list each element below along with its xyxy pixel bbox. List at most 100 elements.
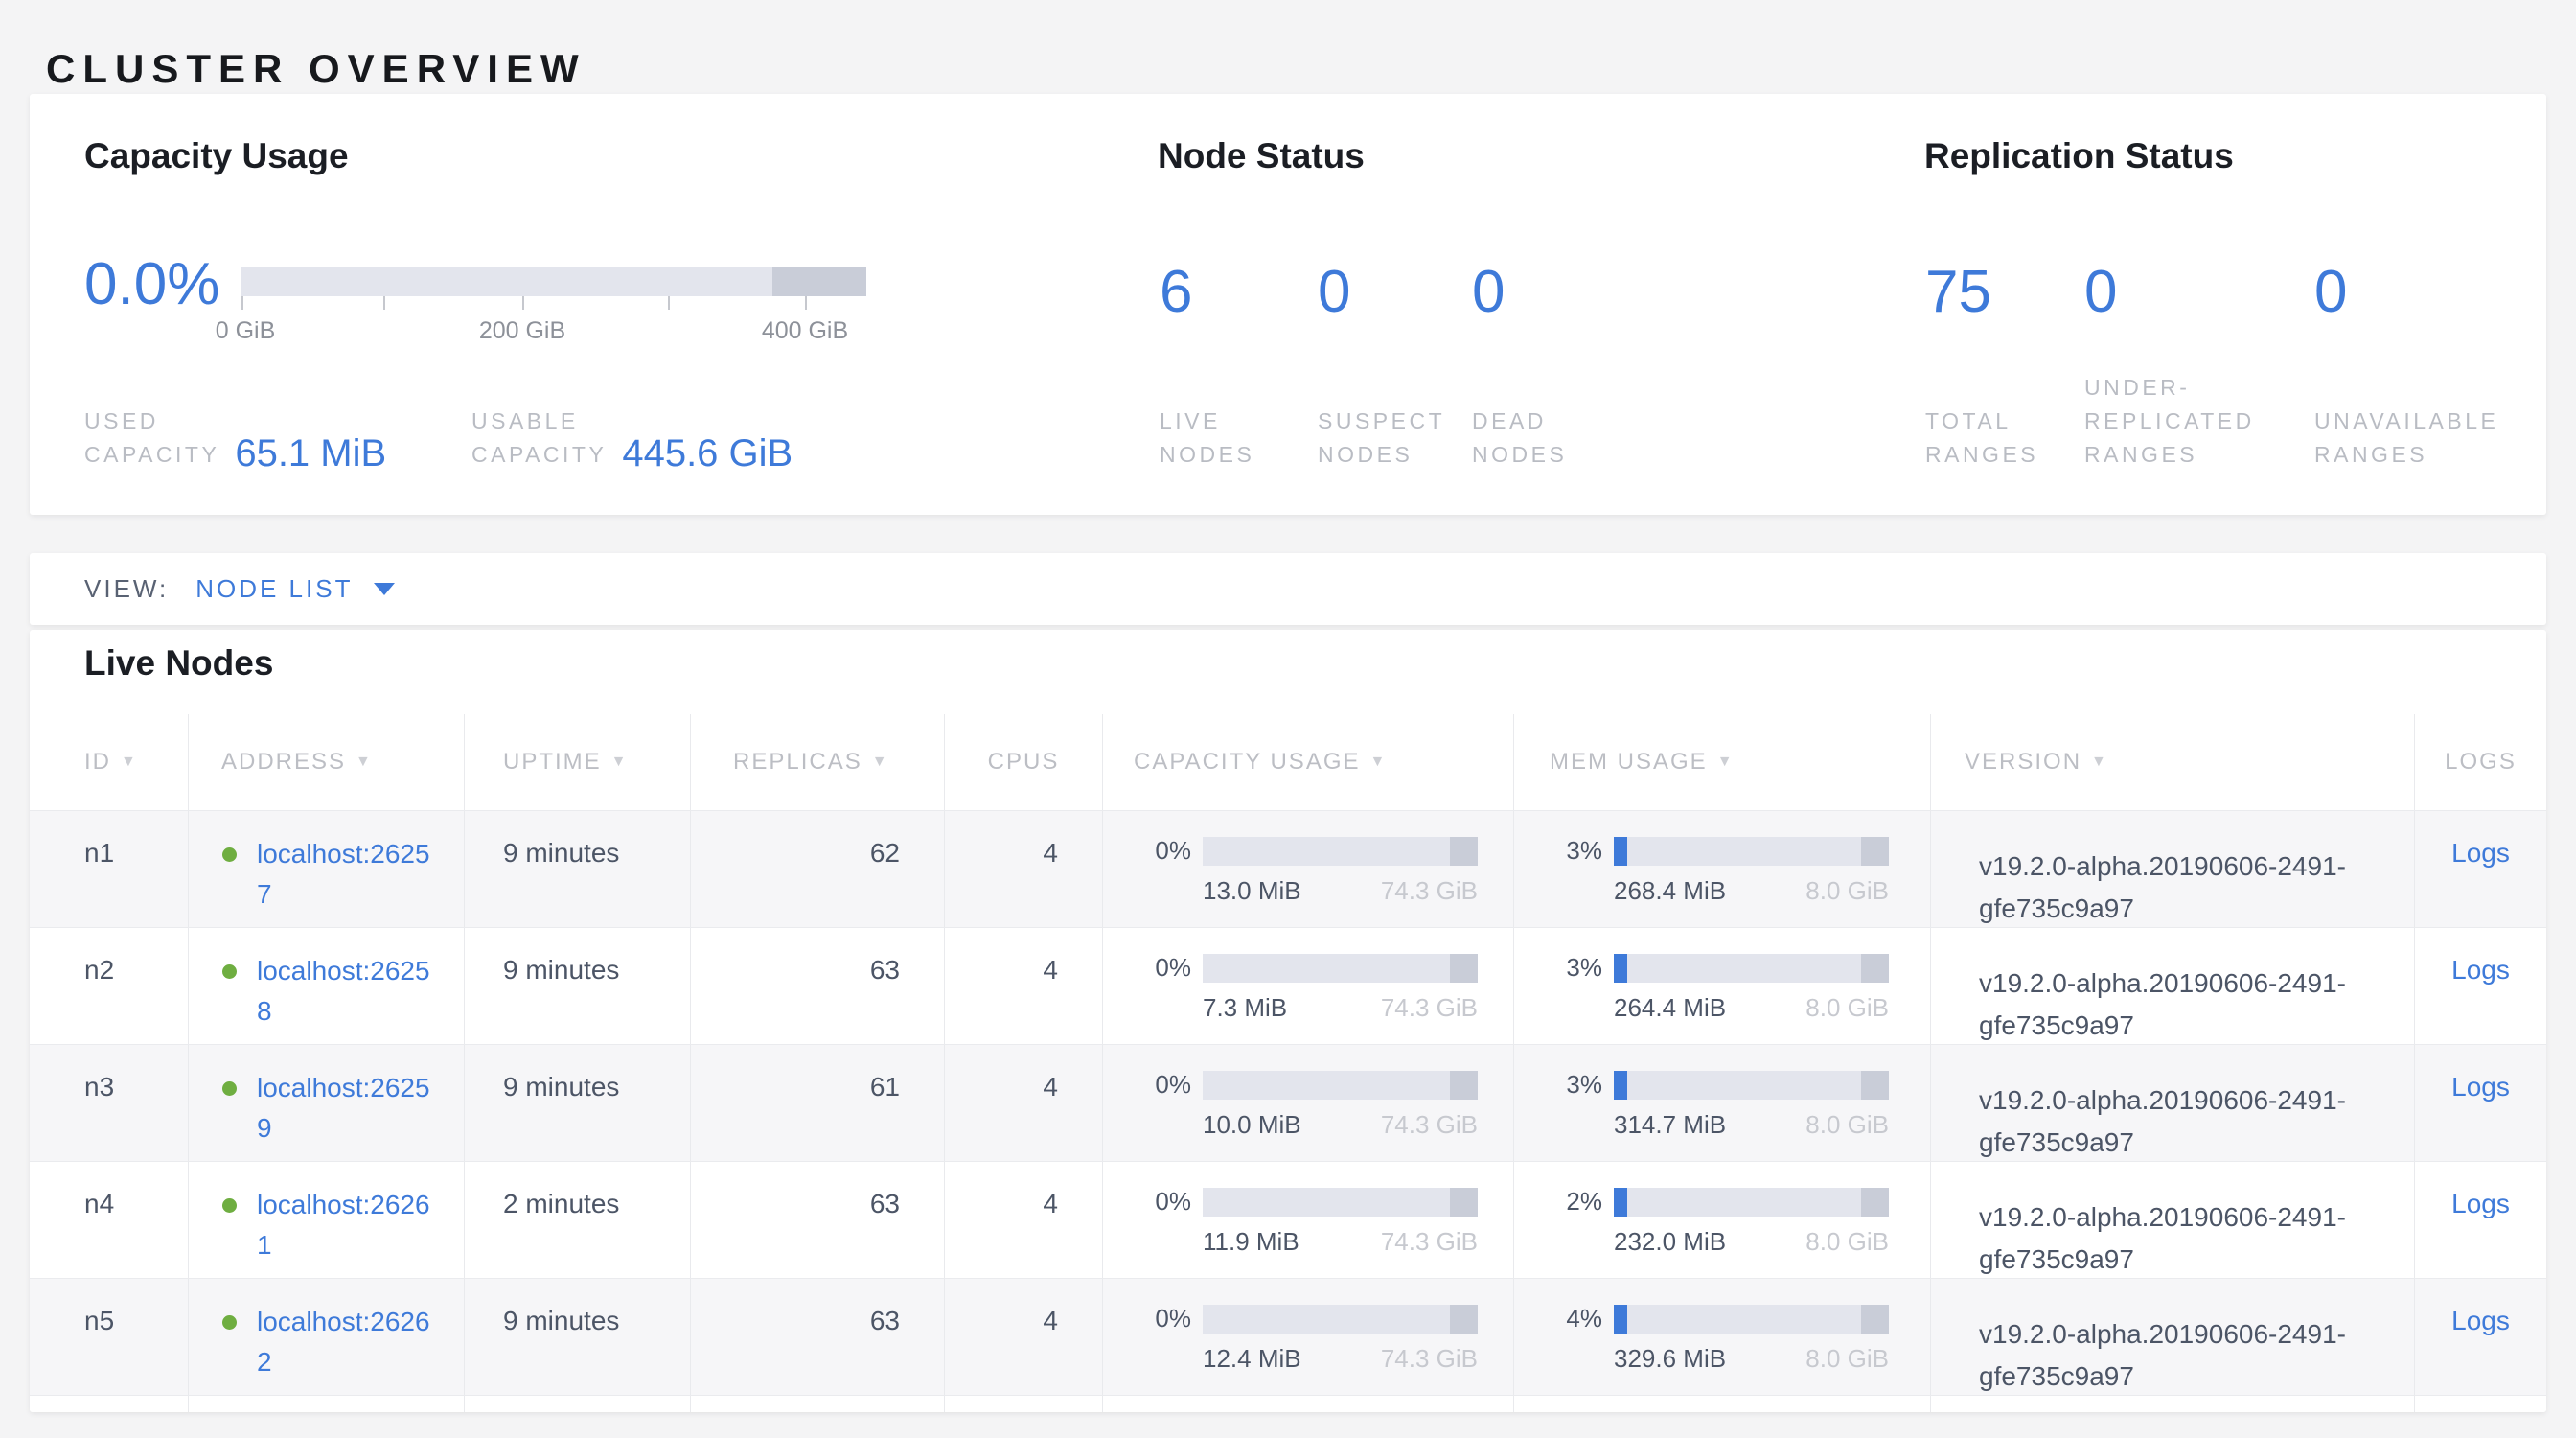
logs-link[interactable]: Logs — [2451, 1072, 2510, 1102]
sort-desc-icon: ▼ — [611, 754, 629, 771]
summary-panel: Capacity Usage Node Status Replication S… — [30, 94, 2546, 515]
cpus-cell: 4 — [945, 1279, 1103, 1395]
live-nodes-panel: Live Nodes ID▼ ADDRESS▼ UPTIME▼ REPLICAS… — [30, 630, 2546, 1412]
sort-desc-icon: ▼ — [1717, 754, 1735, 771]
view-dropdown-value[interactable]: NODE LIST — [196, 574, 353, 604]
node-address-link[interactable]: localhost:26258 — [257, 951, 439, 1032]
node-id-cell: n2 — [30, 928, 189, 1044]
header-capacity-usage[interactable]: CAPACITY USAGE▼ — [1103, 714, 1514, 810]
logs-link[interactable]: Logs — [2451, 838, 2510, 868]
capacity-percent: 0% — [1132, 1187, 1191, 1217]
capacity-used-value: 10.0 MiB — [1203, 1110, 1301, 1140]
live-status-dot-icon — [222, 1315, 237, 1330]
node-address-link[interactable]: localhost:26262 — [257, 1302, 439, 1382]
total-ranges-metric: 75 TOTALRANGES — [1925, 259, 2084, 472]
header-replicas[interactable]: REPLICAS▼ — [691, 714, 945, 810]
capacity-usage-cell: 0% 7.3 MiB 74.3 GiB — [1103, 928, 1514, 1044]
replicas-cell: 62 — [691, 811, 945, 927]
capacity-usage-cell: 0% 11.9 MiB 74.3 GiB — [1103, 1162, 1514, 1278]
sort-desc-icon: ▼ — [1370, 754, 1388, 771]
mem-usage-cell: 2% 232.0 MiB 8.0 GiB — [1514, 1162, 1931, 1278]
capacity-usage-cell: 0% 10.0 MiB 74.3 GiB — [1103, 1045, 1514, 1161]
mem-bar — [1614, 1188, 1889, 1217]
mem-usage-cell: 3% 314.7 MiB 8.0 GiB — [1514, 1045, 1931, 1161]
uptime-cell: 9 minutes — [465, 1045, 691, 1161]
capacity-total-value: 74.3 GiB — [1381, 1227, 1478, 1257]
node-id-cell: n3 — [30, 1045, 189, 1161]
uptime-cell: 2 minutes — [465, 1162, 691, 1278]
logs-link[interactable]: Logs — [2451, 1189, 2510, 1218]
uptime-cell: 9 minutes — [465, 811, 691, 927]
logs-cell: Logs — [2415, 811, 2546, 927]
header-id[interactable]: ID▼ — [30, 714, 189, 810]
mem-total-value: 8.0 GiB — [1806, 1110, 1889, 1140]
version-cell: v19.2.0-alpha.20190606-2491-gfe735c9a97 — [1931, 928, 2415, 1044]
logs-link[interactable]: Logs — [2451, 1306, 2510, 1335]
table-row-partial — [30, 1395, 2546, 1412]
node-address-link[interactable]: localhost:26259 — [257, 1068, 439, 1148]
capacity-percent: 0% — [1132, 953, 1191, 983]
capacity-total-value: 74.3 GiB — [1381, 1344, 1478, 1374]
live-status-dot-icon — [222, 1198, 237, 1213]
cpus-cell: 4 — [945, 1045, 1103, 1161]
capacity-percent: 0% — [1132, 1304, 1191, 1334]
capacity-used-value: 7.3 MiB — [1203, 993, 1287, 1023]
mem-total-value: 8.0 GiB — [1806, 1344, 1889, 1374]
usable-capacity-label: USABLE CAPACITY — [472, 405, 607, 472]
mem-bar — [1614, 1305, 1889, 1334]
dead-nodes-metric: 0 DEADNODES — [1472, 259, 1683, 472]
sort-desc-icon: ▼ — [2091, 754, 2108, 771]
mem-total-value: 8.0 GiB — [1806, 1227, 1889, 1257]
node-address-cell: localhost:26257 — [189, 811, 465, 927]
mem-percent: 3% — [1543, 836, 1602, 866]
logs-cell: Logs — [2415, 1279, 2546, 1395]
logs-cell: Logs — [2415, 928, 2546, 1044]
mem-percent: 3% — [1543, 953, 1602, 983]
version-cell: v19.2.0-alpha.20190606-2491-gfe735c9a97 — [1931, 1279, 2415, 1395]
node-address-cell: localhost:26258 — [189, 928, 465, 1044]
capacity-bar — [1203, 954, 1478, 983]
table-header-row: ID▼ ADDRESS▼ UPTIME▼ REPLICAS▼ CPUS CAPA… — [30, 714, 2546, 810]
capacity-usage-cell: 0% 13.0 MiB 74.3 GiB — [1103, 811, 1514, 927]
table-row: n3 localhost:26259 9 minutes 61 4 0% 10.… — [30, 1044, 2546, 1161]
capacity-used-value: 12.4 MiB — [1203, 1344, 1301, 1374]
replicas-cell: 61 — [691, 1045, 945, 1161]
live-status-dot-icon — [222, 847, 237, 862]
mem-percent: 4% — [1543, 1304, 1602, 1334]
capacity-bar — [1203, 1305, 1478, 1334]
capacity-total-value: 74.3 GiB — [1381, 876, 1478, 906]
header-uptime[interactable]: UPTIME▼ — [465, 714, 691, 810]
logs-link[interactable]: Logs — [2451, 955, 2510, 985]
capacity-percent: 0% — [1132, 1070, 1191, 1100]
node-id-cell: n5 — [30, 1279, 189, 1395]
capacity-percent: 0% — [1132, 836, 1191, 866]
mem-usage-cell: 3% 268.4 MiB 8.0 GiB — [1514, 811, 1931, 927]
replication-status-title: Replication Status — [1924, 136, 2234, 176]
cpus-cell: 4 — [945, 1162, 1103, 1278]
view-label: VIEW: — [84, 574, 169, 604]
logs-cell: Logs — [2415, 1045, 2546, 1161]
header-address[interactable]: ADDRESS▼ — [189, 714, 465, 810]
node-address-link[interactable]: localhost:26261 — [257, 1185, 439, 1265]
mem-usage-cell: 3% 264.4 MiB 8.0 GiB — [1514, 928, 1931, 1044]
suspect-nodes-metric: 0 SUSPECTNODES — [1318, 259, 1472, 472]
used-capacity-stat: USED CAPACITY 65.1 MiB — [84, 259, 472, 472]
replicas-cell: 63 — [691, 1162, 945, 1278]
node-address-cell: localhost:26259 — [189, 1045, 465, 1161]
header-version[interactable]: VERSION▼ — [1931, 714, 2415, 810]
mem-percent: 2% — [1543, 1187, 1602, 1217]
capacity-usage-cell: 0% 12.4 MiB 74.3 GiB — [1103, 1279, 1514, 1395]
usable-capacity-stat: USABLE CAPACITY 445.6 GiB — [472, 259, 793, 472]
header-cpus: CPUS — [945, 714, 1103, 810]
view-dropdown[interactable]: NODE LIST — [196, 574, 395, 604]
axis-tick — [805, 296, 807, 310]
node-address-link[interactable]: localhost:26257 — [257, 834, 439, 915]
mem-used-value: 329.6 MiB — [1614, 1344, 1726, 1374]
node-id-cell: n4 — [30, 1162, 189, 1278]
header-mem-usage[interactable]: MEM USAGE▼ — [1514, 714, 1931, 810]
table-row: n2 localhost:26258 9 minutes 63 4 0% 7.3… — [30, 927, 2546, 1044]
sort-desc-icon: ▼ — [121, 754, 138, 771]
used-capacity-label: USED CAPACITY — [84, 405, 219, 472]
node-address-cell: localhost:26262 — [189, 1279, 465, 1395]
node-status-metrics: 6 LIVENODES 0 SUSPECTNODES 0 DEADNODES — [1160, 259, 1683, 472]
